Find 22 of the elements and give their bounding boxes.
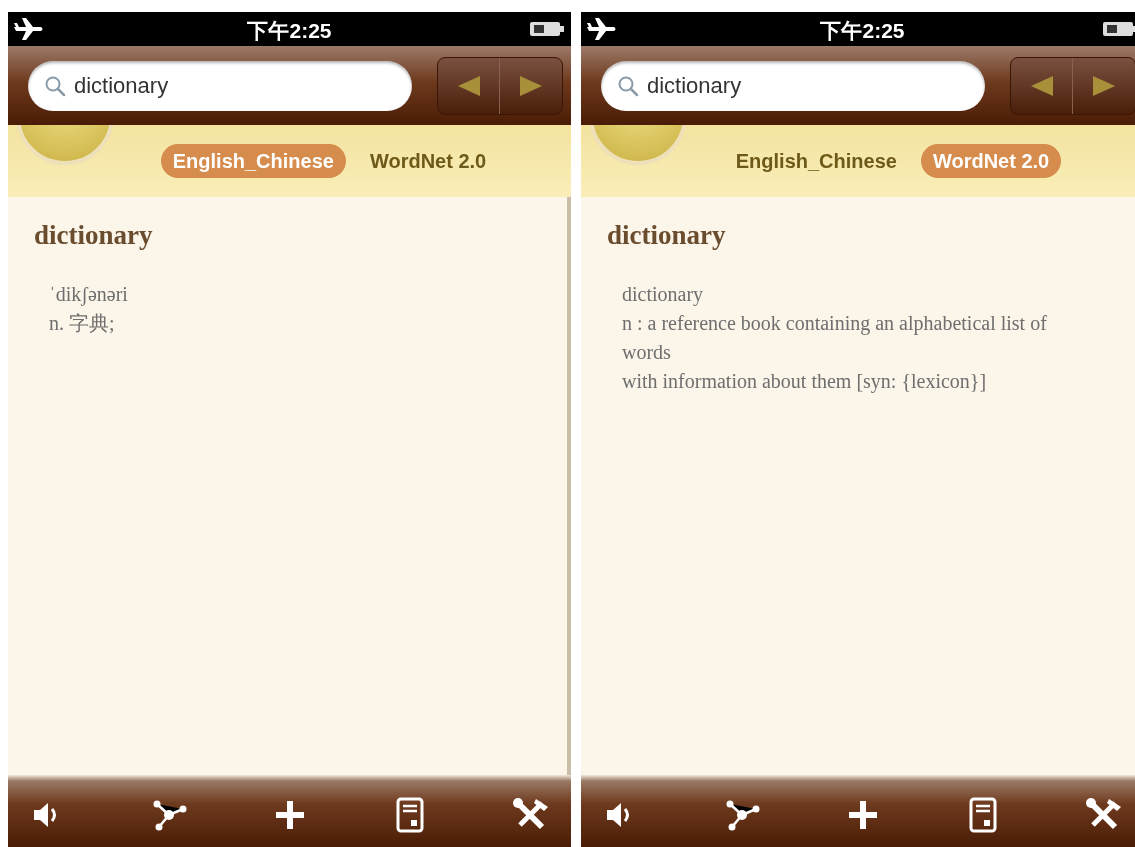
headword: dictionary <box>607 219 727 252</box>
search-icon <box>44 74 66 97</box>
search-text: dictionary <box>647 72 742 100</box>
search-field[interactable]: dictionary <box>601 60 986 111</box>
battery-icon <box>1102 20 1135 38</box>
status-time: 下午2:25 <box>247 18 332 44</box>
battery-icon <box>529 20 565 38</box>
headword: dictionary <box>34 219 154 252</box>
airplane-icon <box>587 17 617 41</box>
definition-line: with information about them [syn: {lexicon}] <box>622 368 988 395</box>
airplane-icon <box>14 17 44 41</box>
status-time: 下午2:25 <box>820 18 905 44</box>
document-icon <box>395 797 426 833</box>
definition-line: ˈdikʃənəri <box>49 281 129 308</box>
document-icon <box>968 797 999 833</box>
definition-line: n. 字典; <box>49 310 116 336</box>
dictionary-tab[interactable]: English_Chinese <box>733 144 899 178</box>
dictionary-tab[interactable]: WordNet 2.0 <box>367 144 489 178</box>
search-text: dictionary <box>74 72 169 100</box>
search-field[interactable]: dictionary <box>28 60 413 111</box>
definition-line: dictionary <box>622 281 705 308</box>
search-icon <box>617 74 639 97</box>
